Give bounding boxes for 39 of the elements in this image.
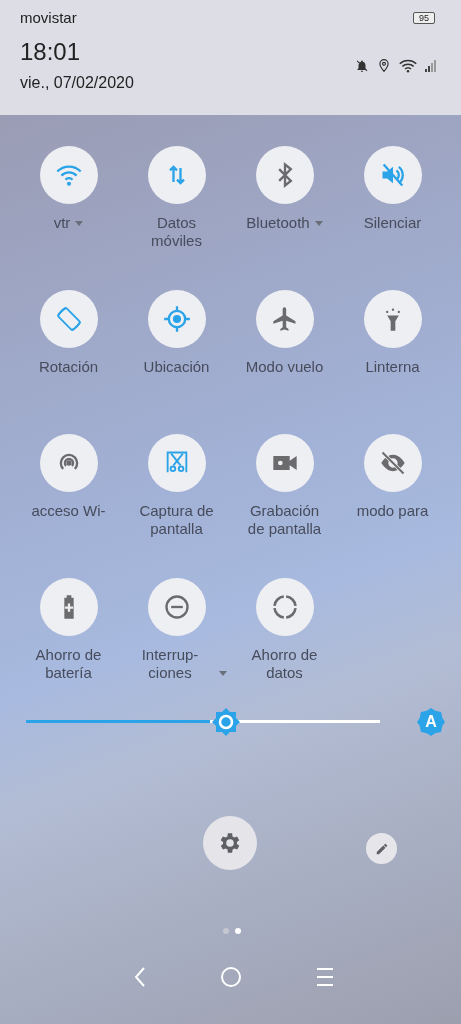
signal-icon	[425, 59, 437, 72]
tile-label: vtr	[53, 214, 71, 232]
tile-label: Ahorro de batería	[34, 646, 103, 682]
home-icon[interactable]	[219, 966, 242, 988]
menu-icon[interactable]	[314, 967, 335, 987]
tile-label: Interrup- ciones	[140, 646, 200, 682]
tile-label: Captura de pantalla	[138, 502, 215, 538]
date-text: vie., 07/02/2020	[20, 74, 134, 92]
edit-button[interactable]	[366, 833, 397, 864]
tile-label: Bluetooth	[246, 214, 310, 232]
battery-indicator: 95	[413, 11, 435, 24]
tile-label: Datos móviles	[150, 214, 203, 250]
tile-label: Grabación de pantalla	[246, 502, 323, 538]
tile-label: acceso Wi-	[31, 502, 106, 520]
minus-circle-icon	[162, 593, 191, 621]
tile-label: Rotación	[38, 358, 99, 376]
tile-label: Ahorro de datos	[250, 646, 319, 682]
pencil-icon	[374, 841, 389, 856]
tile-label: Modo vuelo	[245, 358, 324, 376]
tile-label: Ubicación	[143, 358, 210, 376]
auto-brightness-button[interactable]: A	[417, 708, 445, 736]
sun-thumb-icon[interactable]	[210, 707, 241, 737]
location-pin-icon	[377, 58, 391, 73]
tile-label: Silenciar	[363, 214, 422, 232]
data-saver-icon	[270, 593, 299, 621]
tile-label: Linterna	[365, 358, 420, 376]
location-target-icon	[162, 305, 191, 333]
settings-button[interactable]	[203, 816, 257, 870]
dropdown-caret-icon[interactable]	[75, 221, 84, 226]
dropdown-caret-icon[interactable]	[314, 221, 323, 226]
dropdown-caret-icon[interactable]	[219, 671, 227, 676]
eye-off-icon	[378, 449, 407, 477]
wifi-icon	[399, 58, 417, 73]
clock-time: 18:01	[20, 38, 82, 66]
airplane-icon	[270, 305, 299, 333]
back-icon[interactable]	[132, 966, 147, 988]
carrier-name: movistar	[20, 9, 77, 26]
bell-off-icon	[355, 58, 369, 73]
tile-label: modo para	[356, 502, 429, 520]
